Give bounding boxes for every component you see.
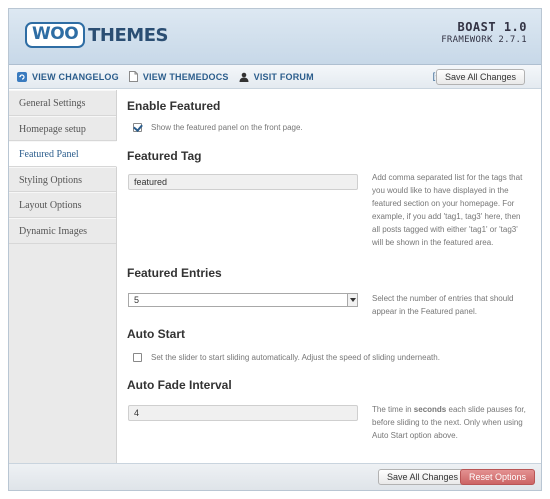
sidebar-item-styling-options[interactable]: Styling Options [9,166,116,193]
logo-woo-text: WOO [25,22,86,48]
featured-tag-title: Featured Tag [127,149,202,163]
woothemes-logo: WOO THEMES [25,22,168,48]
framework-version: FRAMEWORK 2.7.1 [441,35,527,45]
featured-entries-value: 5 [134,295,140,305]
auto-start-row: Set the slider to start sliding automati… [133,353,440,362]
header-bar: WOO THEMES BOAST 1.0 FRAMEWORK 2.7.1 [9,9,541,65]
view-themedocs-link[interactable]: VIEW THEMEDOCS [128,71,229,82]
view-changelog-label: VIEW CHANGELOG [32,71,119,82]
auto-fade-interval-input[interactable]: 4 [128,405,358,421]
featured-tag-input[interactable]: featured [128,174,358,190]
enable-featured-title: Enable Featured [127,99,221,113]
logo-themes-text: THEMES [88,24,168,46]
theme-options-panel: WOO THEMES BOAST 1.0 FRAMEWORK 2.7.1 VIE… [8,8,542,491]
dropdown-arrow-icon [347,294,357,306]
sub-toolbar: VIEW CHANGELOG VIEW THEMEDOCS VISIT FORU… [9,65,541,89]
auto-start-title: Auto Start [127,327,185,341]
auto-fade-interval-description: The time in seconds each slide pauses fo… [372,403,527,442]
content-area: General Settings Homepage setup Featured… [9,90,541,466]
footer-bar: Save All Changes Reset Options [9,463,541,490]
sidebar-item-general-settings[interactable]: General Settings [9,90,116,116]
sidebar-item-layout-options[interactable]: Layout Options [9,192,116,218]
auto-start-checkbox[interactable] [133,353,142,362]
refresh-icon [17,71,27,82]
sidebar-item-homepage-setup[interactable]: Homepage setup [9,115,116,142]
sidebar-item-featured-panel[interactable]: Featured Panel [9,141,117,167]
view-themedocs-label: VIEW THEMEDOCS [142,71,229,82]
auto-fade-desc-start: The time in [372,405,414,414]
auto-start-label: Set the slider to start sliding automati… [151,353,440,362]
visit-forum-label: VISIT FORUM [253,71,314,82]
visit-forum-link[interactable]: VISIT FORUM [239,72,314,82]
enable-featured-label: Show the featured panel on the front pag… [151,123,303,132]
save-all-changes-top-button[interactable]: Save All Changes [435,69,525,85]
reset-options-button[interactable]: Reset Options [460,469,536,485]
theme-info: BOAST 1.0 FRAMEWORK 2.7.1 [441,20,527,45]
featured-panel-settings: Enable Featured Show the featured panel … [127,90,527,466]
featured-entries-description: Select the number of entries that should… [372,294,514,316]
theme-name: BOAST 1.0 [457,20,527,34]
enable-featured-checkbox[interactable] [133,123,142,132]
sidebar-item-dynamic-images[interactable]: Dynamic Images [9,217,116,244]
sidebar-nav: General Settings Homepage setup Featured… [9,90,117,466]
auto-fade-interval-title: Auto Fade Interval [127,378,232,392]
featured-entries-select[interactable]: 5 [128,293,358,307]
view-changelog-link[interactable]: VIEW CHANGELOG [17,71,119,82]
save-all-changes-bottom-button[interactable]: Save All Changes [378,469,468,485]
featured-tag-description: Add comma separated list for the tags th… [372,173,523,247]
auto-fade-desc-bold: seconds [413,405,447,414]
user-icon [239,72,249,82]
document-icon [128,71,138,82]
enable-featured-row: Show the featured panel on the front pag… [133,123,303,132]
featured-entries-title: Featured Entries [127,266,222,280]
